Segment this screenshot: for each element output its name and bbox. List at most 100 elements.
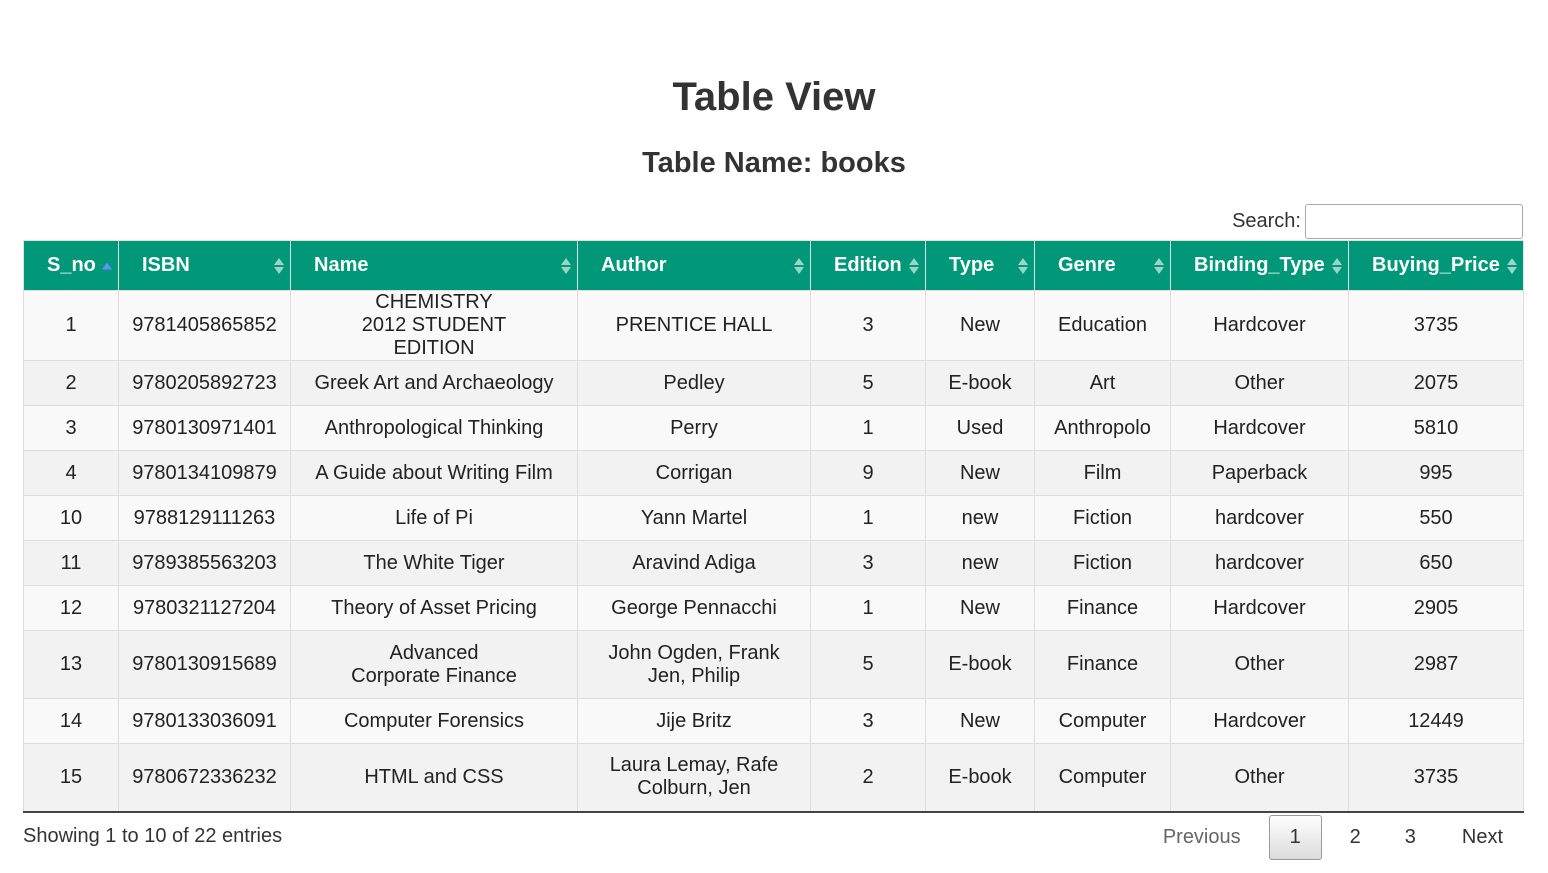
- previous-button[interactable]: Previous: [1141, 815, 1263, 860]
- cell-isbn: 9781405865852: [118, 290, 291, 361]
- cell-type: New: [925, 585, 1035, 631]
- page-button-1[interactable]: 1: [1268, 815, 1322, 860]
- cell-s-no: 2: [23, 360, 119, 406]
- column-header-isbn[interactable]: ISBN: [118, 240, 291, 291]
- cell-isbn: 9788129111263: [118, 495, 291, 541]
- column-header-author[interactable]: Author: [577, 240, 811, 291]
- sort-both-icon: [1018, 257, 1028, 274]
- column-header-label: Author: [601, 254, 667, 276]
- page-button-3[interactable]: 3: [1383, 815, 1438, 860]
- sort-ascending-icon: [102, 262, 112, 269]
- table-row: 2 9780205892723 Greek Art and Archaeolog…: [23, 360, 1524, 406]
- cell-isbn: 9780133036091: [118, 698, 291, 744]
- cell-author: George Pennacchi: [577, 585, 811, 631]
- cell-buying-price: 2905: [1348, 585, 1524, 631]
- cell-s-no: 14: [23, 698, 119, 744]
- cell-genre: Anthropolo: [1034, 405, 1171, 451]
- cell-binding-type: Hardcover: [1170, 405, 1349, 451]
- cell-edition: 2: [810, 743, 926, 813]
- cell-name: Theory of Asset Pricing: [290, 585, 578, 631]
- column-header-binding-type[interactable]: Binding_Type: [1170, 240, 1349, 291]
- column-header-s-no[interactable]: S_no: [23, 240, 119, 291]
- table-row: 12 9780321127204 Theory of Asset Pricing…: [23, 585, 1524, 631]
- sort-both-icon: [561, 257, 571, 274]
- sort-both-icon: [274, 257, 284, 274]
- cell-edition: 3: [810, 540, 926, 586]
- table-row: 11 9789385563203 The White Tiger Aravind…: [23, 540, 1524, 586]
- table-info: Showing 1 to 10 of 22 entries: [23, 825, 283, 847]
- cell-buying-price: 2987: [1348, 630, 1524, 699]
- cell-author: Perry: [577, 405, 811, 451]
- next-button[interactable]: Next: [1438, 815, 1523, 860]
- sort-both-icon: [1507, 257, 1517, 274]
- cell-name: Life of Pi: [290, 495, 578, 541]
- cell-s-no: 11: [23, 540, 119, 586]
- column-header-label: Genre: [1058, 254, 1116, 276]
- column-header-label: Buying_Price: [1372, 254, 1500, 276]
- column-header-genre[interactable]: Genre: [1034, 240, 1171, 291]
- cell-author: Aravind Adiga: [577, 540, 811, 586]
- cell-type: new: [925, 540, 1035, 586]
- column-header-buying-price[interactable]: Buying_Price: [1348, 240, 1524, 291]
- cell-edition: 9: [810, 450, 926, 496]
- cell-type: New: [925, 450, 1035, 496]
- pagination: Previous 1 2 3 Next: [1141, 815, 1523, 860]
- cell-author: John Ogden, Frank Jen, Philip: [577, 630, 811, 699]
- sort-both-icon: [1332, 257, 1342, 274]
- cell-name: Computer Forensics: [290, 698, 578, 744]
- cell-name: The White Tiger: [290, 540, 578, 586]
- search-container: Search:: [1232, 204, 1523, 239]
- table-row: 15 9780672336232 HTML and CSS Laura Lema…: [23, 743, 1524, 813]
- cell-isbn: 9780130915689: [118, 630, 291, 699]
- column-header-type[interactable]: Type: [925, 240, 1035, 291]
- cell-isbn: 9780205892723: [118, 360, 291, 406]
- column-header-label: Binding_Type: [1194, 254, 1325, 276]
- sort-both-icon: [794, 257, 804, 274]
- cell-binding-type: Other: [1170, 743, 1349, 813]
- cell-name: HTML and CSS: [290, 743, 578, 813]
- cell-s-no: 3: [23, 405, 119, 451]
- column-header-name[interactable]: Name: [290, 240, 578, 291]
- column-header-label: ISBN: [142, 254, 190, 276]
- page-button-2[interactable]: 2: [1328, 815, 1383, 860]
- table-name-heading: Table Name: books: [642, 147, 906, 179]
- cell-name: Anthropological Thinking: [290, 405, 578, 451]
- cell-buying-price: 550: [1348, 495, 1524, 541]
- cell-genre: Computer: [1034, 698, 1171, 744]
- cell-type: Used: [925, 405, 1035, 451]
- sort-both-icon: [909, 257, 919, 274]
- cell-genre: Fiction: [1034, 540, 1171, 586]
- column-header-edition[interactable]: Edition: [810, 240, 926, 291]
- cell-author: PRENTICE HALL: [577, 290, 811, 361]
- search-input[interactable]: [1305, 204, 1523, 239]
- table-row: 1 9781405865852 CHEMISTRY 2012 STUDENT E…: [23, 290, 1524, 361]
- cell-name: Greek Art and Archaeology: [290, 360, 578, 406]
- cell-name: CHEMISTRY 2012 STUDENT EDITION: [290, 290, 578, 361]
- cell-edition: 5: [810, 360, 926, 406]
- cell-binding-type: Hardcover: [1170, 290, 1349, 361]
- cell-edition: 1: [810, 405, 926, 451]
- cell-binding-type: Other: [1170, 360, 1349, 406]
- cell-genre: Finance: [1034, 585, 1171, 631]
- cell-s-no: 1: [23, 290, 119, 361]
- cell-genre: Education: [1034, 290, 1171, 361]
- cell-s-no: 12: [23, 585, 119, 631]
- cell-genre: Fiction: [1034, 495, 1171, 541]
- cell-author: Jije Britz: [577, 698, 811, 744]
- cell-buying-price: 3735: [1348, 290, 1524, 361]
- cell-author: Laura Lemay, Rafe Colburn, Jen: [577, 743, 811, 813]
- page-title: Table View: [672, 75, 876, 119]
- cell-binding-type: Paperback: [1170, 450, 1349, 496]
- cell-genre: Finance: [1034, 630, 1171, 699]
- cell-binding-type: Other: [1170, 630, 1349, 699]
- cell-s-no: 13: [23, 630, 119, 699]
- column-header-label: Edition: [834, 254, 902, 276]
- cell-genre: Film: [1034, 450, 1171, 496]
- cell-binding-type: hardcover: [1170, 540, 1349, 586]
- cell-edition: 5: [810, 630, 926, 699]
- books-table: S_no ISBN Name Author Edition Type Genre…: [23, 240, 1524, 813]
- table-row: 3 9780130971401 Anthropological Thinking…: [23, 405, 1524, 451]
- cell-buying-price: 5810: [1348, 405, 1524, 451]
- cell-binding-type: hardcover: [1170, 495, 1349, 541]
- table-row: 13 9780130915689 Advanced Corporate Fina…: [23, 630, 1524, 699]
